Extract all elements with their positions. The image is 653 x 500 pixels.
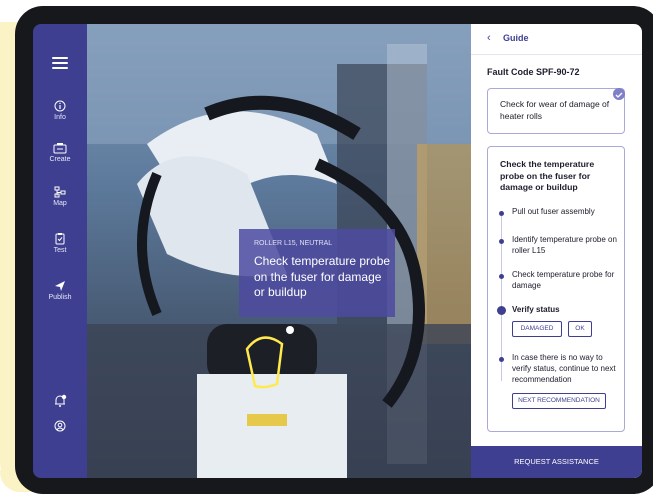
sidebar-item-label: Publish xyxy=(48,294,72,301)
user-icon xyxy=(54,420,66,432)
recommendation-card-completed[interactable]: Check for wear of damage of heater rolls xyxy=(487,88,625,134)
step-dot xyxy=(499,211,504,216)
test-icon xyxy=(55,233,65,245)
step-dot xyxy=(499,274,504,279)
request-assistance-button[interactable]: REQUEST ASSISTANCE xyxy=(471,446,642,478)
callout-subtitle: ROLLER L15, NEUTRAL xyxy=(254,240,333,247)
step-item: Identify temperature probe on roller L15 xyxy=(512,235,617,255)
menu-icon[interactable] xyxy=(52,57,68,69)
recommendation-text: Check for wear of damage of heater rolls xyxy=(500,99,610,121)
guide-panel: ‹ Guide Fault Code SPF-90-72 Check for w… xyxy=(471,24,642,478)
sidebar-item-map[interactable]: Map xyxy=(33,186,87,207)
step-dot xyxy=(499,239,504,244)
sidebar-item-label: Map xyxy=(53,200,67,207)
next-recommendation-button[interactable]: NEXT RECOMMENDATION xyxy=(512,393,606,409)
notification-bell-button[interactable] xyxy=(33,394,87,410)
fault-code: Fault Code SPF-90-72 xyxy=(487,67,580,77)
sidebar-item-info[interactable]: Info xyxy=(33,100,87,121)
publish-icon xyxy=(55,281,65,291)
guide-title: Guide xyxy=(503,33,529,43)
callout-box: ROLLER L15, NEUTRAL Check temperature pr… xyxy=(239,229,395,317)
sidebar-item-create[interactable]: Create xyxy=(33,142,87,163)
user-button[interactable] xyxy=(33,420,87,434)
map-icon xyxy=(54,186,66,198)
step-item: Check temperature probe for damage xyxy=(512,270,615,290)
recommendation-title: Check the temperature probe on the fuser… xyxy=(500,159,595,193)
check-icon xyxy=(613,88,625,100)
step-item: In case there is no way to verify status… xyxy=(512,353,616,384)
sidebar: Info Create Map Test Publish xyxy=(33,24,87,478)
recommendation-card-active: Check the temperature probe on the fuser… xyxy=(487,146,625,432)
sidebar-item-publish[interactable]: Publish xyxy=(33,280,87,301)
guide-header: ‹ Guide xyxy=(471,24,642,55)
back-chevron-icon[interactable]: ‹ xyxy=(487,32,491,44)
sidebar-item-label: Test xyxy=(53,247,67,254)
notification-bell-icon xyxy=(55,394,67,407)
sidebar-item-label: Create xyxy=(49,156,71,163)
create-icon xyxy=(53,143,67,154)
robot-photo: ROLLER L15, NEUTRAL Check temperature pr… xyxy=(87,24,471,478)
step-dot xyxy=(499,357,504,362)
ok-button[interactable]: OK xyxy=(568,321,592,337)
damaged-button[interactable]: DAMAGED xyxy=(512,321,562,337)
step-item-active: Verify status xyxy=(512,305,560,314)
app-screen: Info Create Map Test Publish ROLLER L15,… xyxy=(33,24,642,478)
callout-text: Check temperature probe on the fuser for… xyxy=(254,254,391,300)
step-item: Pull out fuser assembly xyxy=(512,207,595,216)
sidebar-item-label: Info xyxy=(54,114,66,121)
sidebar-item-test[interactable]: Test xyxy=(33,232,87,254)
info-icon xyxy=(54,100,66,112)
step-dot-active xyxy=(497,306,506,315)
